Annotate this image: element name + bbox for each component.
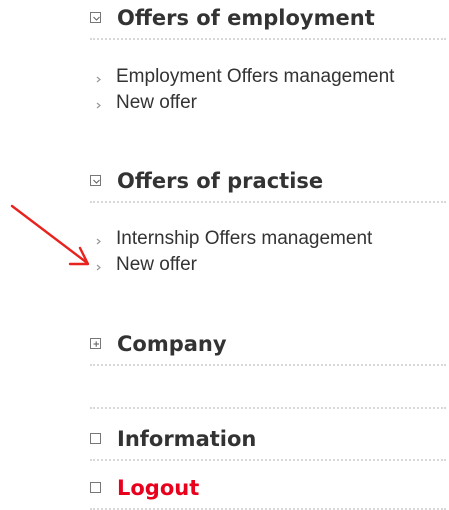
chevron-right-icon (96, 76, 101, 83)
chevron-right-icon (96, 102, 101, 109)
menu-item-label: Internship Offers management (116, 228, 373, 249)
divider (90, 407, 446, 409)
section-title: Company (117, 332, 227, 356)
section-title: Offers of practise (117, 169, 324, 193)
menu-item-employment-offers-management[interactable]: Employment Offers management (94, 64, 449, 90)
expand-icon[interactable] (90, 338, 101, 349)
section-header-logout[interactable]: Logout (90, 470, 446, 510)
section-title: Information (117, 427, 257, 451)
checkbox-icon[interactable] (90, 482, 101, 493)
chevron-right-icon (96, 238, 101, 245)
section-header-company[interactable]: Company (90, 326, 446, 366)
section-header-offers-employment[interactable]: Offers of employment (90, 0, 446, 40)
collapse-icon[interactable] (90, 12, 101, 23)
logout-link[interactable]: Logout (117, 476, 199, 500)
checkbox-icon[interactable] (90, 433, 101, 444)
section-header-information[interactable]: Information (90, 421, 446, 461)
menu-item-new-offer-practise[interactable]: New offer (94, 252, 449, 278)
section-header-offers-practise[interactable]: Offers of practise (90, 163, 446, 203)
menu-item-label: New offer (116, 92, 197, 113)
chevron-right-icon (96, 264, 101, 271)
menu-item-label: New offer (116, 254, 197, 275)
menu-item-label: Employment Offers management (116, 66, 395, 87)
menu-item-new-offer-employment[interactable]: New offer (94, 90, 449, 116)
section-items-offers-employment: Employment Offers management New offer (94, 64, 449, 116)
section-items-offers-practise: Internship Offers management New offer (94, 226, 449, 278)
collapse-icon[interactable] (90, 175, 101, 186)
menu-item-internship-offers-management[interactable]: Internship Offers management (94, 226, 449, 252)
section-title: Offers of employment (117, 6, 375, 30)
